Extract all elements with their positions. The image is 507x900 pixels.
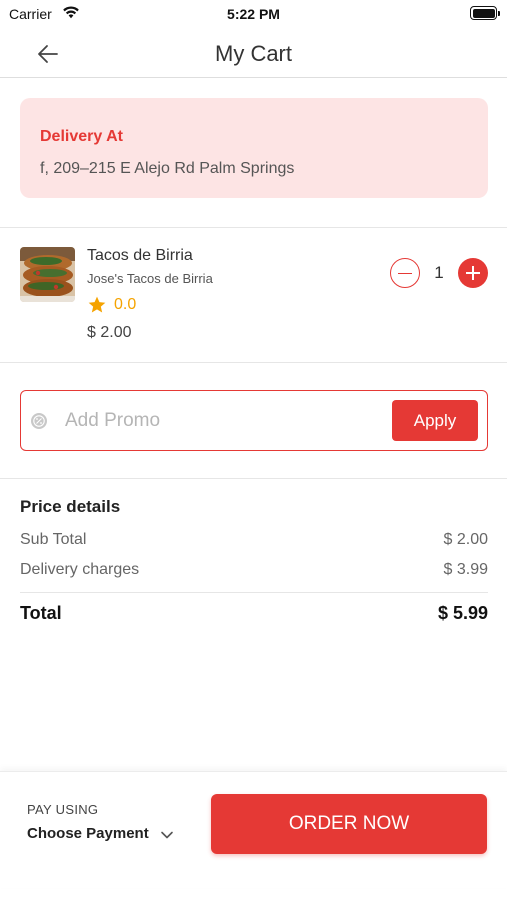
subtotal-value: $ 2.00	[443, 531, 488, 548]
item-price: $ 2.00	[87, 324, 132, 341]
discount-icon	[31, 413, 47, 429]
plus-icon[interactable]	[458, 258, 488, 288]
order-now-button[interactable]: ORDER NOW	[211, 794, 487, 854]
promo-input[interactable]	[65, 405, 365, 437]
restaurant-name: Jose's Tacos de Birria	[87, 271, 213, 286]
food-thumbnail	[20, 247, 75, 302]
checkout-footer: PAY USING Choose Payment ORDER NOW	[0, 771, 507, 888]
quantity-value: 1	[434, 263, 444, 282]
star-icon	[88, 296, 106, 313]
pay-using-label: PAY USING	[27, 802, 99, 817]
promo-box: Apply	[20, 390, 488, 451]
cart-item: Tacos de Birria Jose's Tacos de Birria 0…	[0, 228, 507, 362]
price-details-heading: Price details	[20, 497, 121, 516]
minus-icon[interactable]	[390, 258, 420, 288]
quantity-stepper: 1	[390, 258, 488, 288]
delivery-charges-label: Delivery charges	[20, 561, 140, 578]
battery-icon	[470, 6, 500, 20]
page-title: My Cart	[215, 41, 292, 66]
delivery-address-card[interactable]: Delivery At f, 209–215 E Alejo Rd Palm S…	[20, 98, 488, 198]
delivery-address: f, 209–215 E Alejo Rd Palm Springs	[40, 160, 295, 177]
delivery-label: Delivery At	[40, 128, 123, 145]
divider	[20, 592, 488, 593]
item-name: Tacos de Birria	[87, 247, 193, 264]
divider	[0, 362, 507, 363]
divider	[0, 478, 507, 479]
header: My Cart	[0, 28, 507, 78]
status-bar: Carrier 5:22 PM	[0, 0, 507, 28]
delivery-charges-value: $ 3.99	[443, 561, 488, 578]
rating: 0.0	[87, 295, 136, 315]
payment-method-value: Choose Payment	[27, 825, 149, 842]
payment-method-select[interactable]: Choose Payment	[27, 824, 175, 843]
chevron-down-icon	[160, 831, 173, 839]
apply-promo-button[interactable]: Apply	[392, 400, 478, 441]
status-time: 5:22 PM	[227, 6, 280, 22]
total-value: $ 5.99	[437, 603, 488, 623]
subtotal-label: Sub Total	[20, 531, 87, 548]
rating-value: 0.0	[114, 296, 137, 313]
total-label: Total	[20, 603, 62, 623]
